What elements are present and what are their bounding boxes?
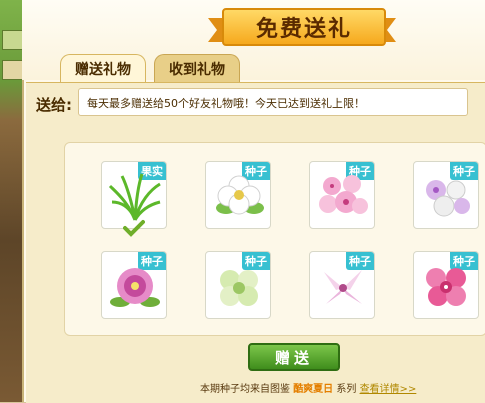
gift-item[interactable]: 种子 bbox=[413, 251, 479, 319]
gift-item[interactable]: 种子 bbox=[309, 161, 375, 229]
send-to-field[interactable]: 每天最多赠送给50个好友礼物哦！今天已达到送礼上限！ bbox=[78, 88, 468, 116]
gift-item[interactable]: 种子 bbox=[205, 251, 271, 319]
gift-item[interactable]: 种子 bbox=[413, 161, 479, 229]
footer-note: 本期种子均来自图鉴 酷爽夏日 系列 查看详情>> bbox=[200, 380, 416, 395]
purple-white-flower-icon bbox=[426, 180, 470, 217]
footer-suffix: 系列 bbox=[336, 384, 357, 395]
pink-flower-icon bbox=[319, 175, 368, 214]
page-title: 免费送礼 bbox=[222, 8, 386, 46]
tab-bar: 赠送礼物 收到礼物 bbox=[60, 54, 240, 83]
white-flower-icon bbox=[216, 175, 264, 215]
grass-icon bbox=[108, 173, 161, 221]
tab-received-gift[interactable]: 收到礼物 bbox=[154, 54, 240, 83]
gift-item[interactable]: 种子 bbox=[309, 251, 375, 319]
gift-item[interactable]: 种子 bbox=[205, 161, 271, 229]
magenta-flower-icon bbox=[110, 268, 160, 307]
gift-item[interactable]: 种子 bbox=[101, 251, 167, 319]
green-flower-icon bbox=[220, 270, 258, 306]
series-name: 酷爽夏日 bbox=[293, 384, 334, 395]
selected-check-icon bbox=[123, 220, 145, 237]
view-details-link[interactable]: 查看详情>> bbox=[360, 384, 417, 395]
lily-icon bbox=[324, 270, 362, 304]
send-to-label: 送给: bbox=[36, 96, 72, 114]
red-pink-flower-icon bbox=[426, 268, 466, 306]
footer-prefix: 本期种子均来自图鉴 bbox=[200, 384, 290, 395]
gift-grid: 果实 种子 种子 种子 种子 种子 种子 种子 bbox=[64, 142, 485, 336]
title-ribbon: 免费送礼 bbox=[208, 6, 396, 46]
tab-send-gift[interactable]: 赠送礼物 bbox=[60, 54, 146, 83]
send-gift-button[interactable]: 赠送 bbox=[248, 343, 340, 371]
